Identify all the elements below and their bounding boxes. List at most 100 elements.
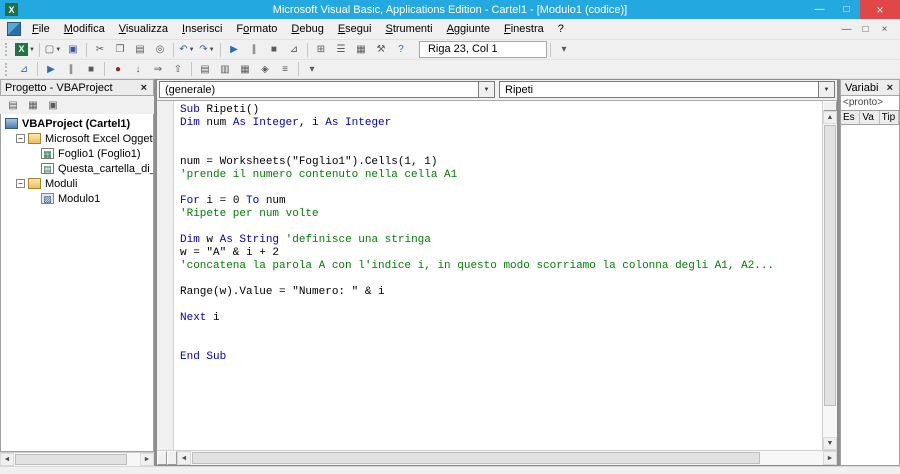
project-panel-toolbar: ▤ ▦ ▣ — [0, 96, 154, 114]
scroll-right-icon[interactable]: ► — [140, 453, 154, 466]
watch-window-icon[interactable]: ▦ — [236, 61, 254, 78]
dropdown-caret-icon[interactable]: ▼ — [29, 47, 35, 53]
find-icon[interactable]: ◎ — [151, 41, 169, 58]
mdi-close-icon[interactable]: × — [875, 24, 894, 35]
scroll-down-icon[interactable]: ▼ — [823, 437, 837, 450]
scroll-left-icon[interactable]: ◄ — [177, 451, 191, 465]
split-handle[interactable] — [157, 451, 167, 465]
tree-item-foglio1-foglio1[interactable]: ▦ Foglio1 (Foglio1) — [1, 146, 153, 161]
copy-icon[interactable]: ❐ — [111, 41, 129, 58]
step-over-icon[interactable]: ⇒ — [149, 61, 167, 78]
split-handle[interactable] — [167, 451, 177, 465]
collapse-expander-icon[interactable]: − — [16, 179, 25, 188]
paste-icon[interactable]: ▤ — [131, 41, 149, 58]
object-dropdown-arrow-icon[interactable]: ▼ — [478, 82, 494, 97]
view-object-icon[interactable]: ▦ — [24, 97, 42, 114]
break-icon[interactable]: ∥ — [62, 61, 80, 78]
run-icon[interactable]: ▶ — [225, 41, 243, 58]
run-icon[interactable]: ▶ — [42, 61, 60, 78]
menu-aggiunte[interactable]: Aggiunte — [440, 20, 497, 38]
step-into-icon[interactable]: ↓ — [129, 61, 147, 78]
sheet-icon: ▦ — [41, 148, 54, 159]
split-handle[interactable] — [823, 101, 837, 111]
immediate-window-icon[interactable]: ▥ — [216, 61, 234, 78]
toolbar-overflow-icon[interactable]: ▾ — [303, 61, 321, 78]
object-dropdown-value: (generale) — [165, 83, 216, 96]
toolbar-grip[interactable] — [5, 62, 9, 76]
menu-esegui[interactable]: Esegui — [331, 20, 379, 38]
code-vscrollbar[interactable]: ▲ ▼ — [822, 101, 837, 450]
dropdown-caret-icon[interactable]: ▼ — [55, 47, 61, 53]
step-out-icon[interactable]: ⇧ — [169, 61, 187, 78]
maximize-button[interactable]: □ — [833, 0, 860, 19]
toolbar-options-icon[interactable]: ▾ — [555, 41, 573, 58]
scroll-right-icon[interactable]: ► — [823, 451, 837, 465]
cut-icon[interactable]: ✂ — [91, 41, 109, 58]
project-explorer-icon[interactable]: ⊞ — [312, 41, 330, 58]
menu-modifica[interactable]: Modifica — [57, 20, 112, 38]
tree-item-vbaproject-cartel1[interactable]: VBAProject (Cartel1) — [1, 116, 153, 131]
undo-icon[interactable]: ↶ ▼ — [178, 41, 196, 58]
save-icon[interactable]: ▣ — [64, 41, 82, 58]
tree-item-moduli[interactable]: − Moduli — [1, 176, 153, 191]
menu-file[interactable]: File — [25, 20, 57, 38]
code-editor[interactable]: Sub Ripeti() Dim num As Integer, i As Int… — [174, 101, 822, 450]
vscroll-track[interactable] — [823, 124, 837, 437]
debug-toolbar: ⊿ ▶ ∥ ■ ● ↓ ⇒ ⇧ ▤ ▥ ▦ ◈ ≡ ▾ — [0, 60, 900, 79]
design-mode-icon[interactable]: ⊿ — [15, 61, 33, 78]
redo-icon[interactable]: ↷ ▼ — [198, 41, 216, 58]
locals-panel-close-icon[interactable]: × — [885, 82, 895, 94]
toolbox-icon[interactable]: ⚒ — [372, 41, 390, 58]
mdi-restore-icon[interactable]: □ — [856, 24, 875, 35]
hscroll-track[interactable] — [191, 451, 823, 465]
view-code-icon[interactable]: ▤ — [4, 97, 22, 114]
dropdown-caret-icon[interactable]: ▼ — [189, 47, 195, 53]
reset-icon[interactable]: ■ — [82, 61, 100, 78]
menu-debug[interactable]: Debug — [284, 20, 330, 38]
scroll-left-icon[interactable]: ◄ — [0, 453, 14, 466]
toggle-breakpoint-icon[interactable]: ● — [109, 61, 127, 78]
mdi-minimize-icon[interactable]: — — [837, 24, 856, 35]
tree-item-microsoft-excel-oggetti[interactable]: − Microsoft Excel Oggetti — [1, 131, 153, 146]
code-margin-indicator-bar[interactable] — [157, 101, 174, 450]
procedure-dropdown-arrow-icon[interactable]: ▼ — [818, 82, 834, 97]
break-icon[interactable]: ∥ — [245, 41, 263, 58]
quick-watch-icon[interactable]: ◈ — [256, 61, 274, 78]
procedure-dropdown[interactable]: Ripeti ▼ — [499, 81, 835, 98]
object-dropdown[interactable]: (generale) ▼ — [159, 81, 495, 98]
locals-window-icon[interactable]: ▤ — [196, 61, 214, 78]
menu-visualizza[interactable]: Visualizza — [112, 20, 175, 38]
code-hscrollbar[interactable]: ◄ ► — [157, 450, 837, 465]
tree-item-modulo1[interactable]: ▨ Modulo1 — [1, 191, 153, 206]
toolbar-grip[interactable] — [5, 43, 9, 56]
project-panel-close-icon[interactable]: × — [139, 82, 149, 94]
project-tree-hscrollbar[interactable]: ◄ ► — [0, 452, 154, 466]
dropdown-caret-icon[interactable]: ▼ — [209, 47, 215, 53]
collapse-expander-icon[interactable]: − — [16, 134, 25, 143]
hscroll-track[interactable] — [14, 453, 140, 466]
menu-formato[interactable]: Formato — [229, 20, 284, 38]
project-panel-title: Progetto - VBAProject — [5, 81, 113, 94]
call-stack-icon[interactable]: ≡ — [276, 61, 294, 78]
minimize-button[interactable]: — — [806, 0, 833, 19]
scroll-up-icon[interactable]: ▲ — [823, 111, 837, 124]
vscroll-thumb[interactable] — [824, 125, 836, 406]
hscroll-thumb[interactable] — [15, 454, 128, 465]
excel-app-icon: X — [5, 3, 18, 16]
menu-finestra[interactable]: Finestra — [497, 20, 551, 38]
close-button[interactable]: × — [860, 0, 900, 19]
code-window-combos: (generale) ▼ Ripeti ▼ — [157, 80, 837, 101]
view-excel-icon[interactable]: X ▼ — [15, 41, 35, 58]
hscroll-thumb[interactable] — [192, 452, 760, 464]
menu-strumenti[interactable]: Strumenti — [378, 20, 439, 38]
menu-help[interactable]: ? — [551, 20, 571, 38]
object-browser-icon[interactable]: ▦ — [352, 41, 370, 58]
help-icon[interactable]: ? — [392, 41, 410, 58]
reset-icon[interactable]: ■ — [265, 41, 283, 58]
insert-userform-icon[interactable]: ▢ ▼ — [44, 41, 62, 58]
properties-window-icon[interactable]: ☰ — [332, 41, 350, 58]
tree-item-questa-cartella-di-lavo[interactable]: ▤ Questa_cartella_di_lavo — [1, 161, 153, 176]
design-mode-icon[interactable]: ⊿ — [285, 41, 303, 58]
toggle-folders-icon[interactable]: ▣ — [44, 97, 62, 114]
menu-inserisci[interactable]: Inserisci — [175, 20, 229, 38]
